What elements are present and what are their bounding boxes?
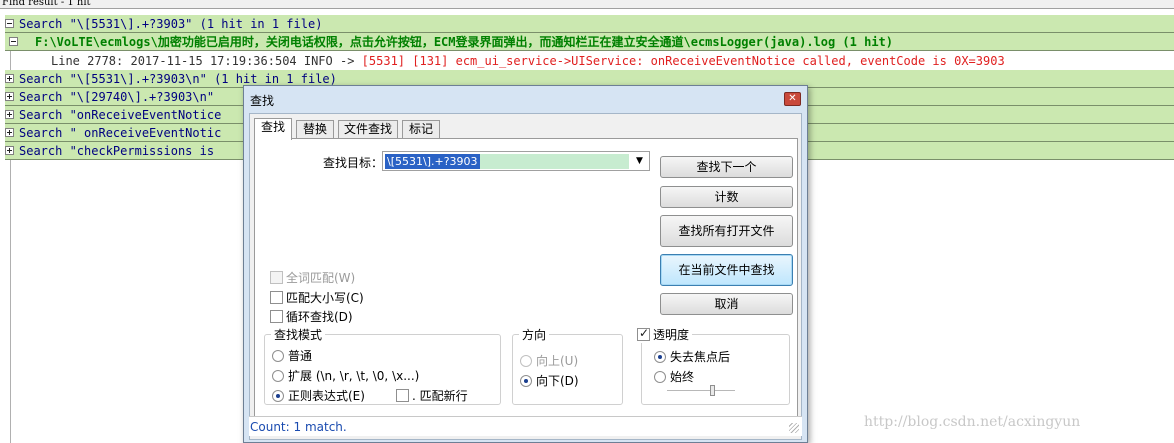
collapse-icon[interactable]	[9, 37, 18, 46]
match-case-label: 匹配大小写(C)	[286, 291, 364, 305]
count-button[interactable]: 计数	[660, 186, 793, 208]
find-all-open-files-button[interactable]: 查找所有打开文件	[660, 215, 793, 247]
transparency-always-radio[interactable]: 始终	[654, 368, 694, 385]
search-row-text: Search "checkPermissions is	[19, 144, 215, 158]
on-lose-focus-label: 失去焦点后	[670, 350, 731, 364]
file-row-text: F:\VoLTE\ecmlogs\加密功能已启用时，关闭电话权限，点击允许按钮，…	[35, 35, 894, 49]
mode-extended-radio[interactable]: 扩展 (\n, \r, \t, \0, \x...)	[272, 367, 419, 384]
checkbox-box-checked: ✓	[637, 326, 650, 341]
mode-regex-label: 正则表达式(E)	[288, 389, 365, 403]
line-match-text: [5531] [131] ecm_ui_service->UIService: …	[361, 54, 1005, 68]
checkbox-box	[270, 291, 283, 304]
direction-up-radio[interactable]: 向上(U)	[520, 352, 578, 369]
transparency-label: 透明度	[653, 328, 690, 342]
direction-down-label: 向下(D)	[536, 374, 579, 388]
tab-find[interactable]: 查找	[254, 118, 292, 140]
find-target-value: \[5531\].+?3903	[385, 154, 480, 169]
close-icon[interactable]: ✕	[784, 92, 801, 106]
search-row-text: Search "\[5531\].+?3903" (1 hit in 1 fil…	[19, 17, 323, 31]
radio-dot	[520, 374, 532, 387]
tab-replace[interactable]: 替换	[296, 120, 334, 139]
search-mode-group: 查找模式 普通 扩展 (\n, \r, \t, \0, \x...) 正则表达式…	[264, 326, 501, 405]
wrap-around-label: 循环查找(D)	[286, 310, 353, 324]
result-line-row[interactable]: Line 2778: 2017-11-15 17:19:36:504 INFO …	[5, 52, 1174, 70]
dot-matches-newline-checkbox[interactable]: . 匹配新行	[396, 387, 468, 404]
mode-regex-radio[interactable]: 正则表达式(E)	[272, 387, 365, 404]
result-file-row[interactable]: F:\VoLTE\ecmlogs\加密功能已启用时，关闭电话权限，点击允许按钮，…	[5, 33, 1174, 51]
radio-dot	[272, 349, 284, 362]
status-text: Count: 1 match.	[250, 420, 347, 434]
transparency-check[interactable]: ✓	[637, 326, 653, 341]
radio-dot	[654, 350, 666, 363]
expand-icon[interactable]	[5, 146, 14, 155]
direction-down-radio[interactable]: 向下(D)	[520, 372, 579, 389]
radio-dot	[654, 370, 666, 383]
find-next-button[interactable]: 查找下一个	[660, 156, 793, 178]
find-dialog[interactable]: 查找 ✕ 查找 替换 文件查找 标记 查找目标： \[5531\].+?3903…	[243, 85, 808, 443]
mode-normal-label: 普通	[288, 349, 313, 363]
find-result-title: Find result - 1 hit	[2, 0, 91, 8]
search-mode-legend: 查找模式	[271, 326, 326, 343]
slider-thumb[interactable]	[710, 385, 716, 396]
mode-extended-label: 扩展 (\n, \r, \t, \0, \x...)	[288, 369, 420, 383]
status-bar: Count: 1 match.	[249, 416, 802, 436]
transparency-checkbox[interactable]: ✓ 透明度	[634, 326, 693, 343]
wrap-around-checkbox[interactable]: 循环查找(D)	[270, 308, 353, 325]
mode-normal-radio[interactable]: 普通	[272, 347, 312, 364]
radio-dot	[272, 369, 284, 382]
chevron-down-icon[interactable]: ▼	[632, 154, 647, 169]
expand-icon[interactable]	[5, 92, 14, 101]
checkbox-box	[270, 271, 283, 284]
radio-dot	[520, 354, 532, 367]
expand-icon[interactable]	[5, 110, 14, 119]
transparency-on-lose-focus-radio[interactable]: 失去焦点后	[654, 348, 730, 365]
whole-word-checkbox[interactable]: 全词匹配(W)	[270, 269, 355, 286]
dot-newline-label: . 匹配新行	[412, 389, 468, 403]
find-target-label: 查找目标：	[323, 156, 384, 170]
transparency-group: ✓ 透明度 失去焦点后 始终	[634, 326, 790, 405]
check-icon: ✓	[639, 326, 650, 340]
resize-grip-icon[interactable]	[789, 423, 799, 433]
find-result-title-bar: Find result - 1 hit	[0, 0, 1174, 9]
expand-icon[interactable]	[5, 74, 14, 83]
line-row-text: Line 2778: 2017-11-15 17:19:36:504 INFO …	[51, 52, 1005, 70]
match-case-checkbox[interactable]: 匹配大小写(C)	[270, 289, 364, 306]
always-label: 始终	[670, 370, 695, 384]
find-target-combo[interactable]: \[5531\].+?3903 ▼	[382, 151, 650, 171]
direction-up-label: 向上(U)	[536, 354, 579, 368]
result-search-row[interactable]: Search "\[5531\].+?3903" (1 hit in 1 fil…	[5, 15, 1174, 33]
search-row-text: Search " onReceiveEventNotic	[19, 126, 222, 140]
tab-mark[interactable]: 标记	[402, 120, 440, 139]
tab-find-in-files[interactable]: 文件查找	[338, 120, 398, 139]
watermark: http://blog.csdn.net/acxingyun	[864, 414, 1081, 430]
find-in-current-file-button[interactable]: 在当前文件中查找	[660, 254, 793, 286]
direction-group: 方向 向上(U) 向下(D)	[512, 326, 623, 405]
line-prefix: Line 2778: 2017-11-15 17:19:36:504 INFO …	[51, 54, 362, 68]
search-row-text: Search "\[29740\].+?3903\n"	[19, 90, 215, 104]
find-tab-panel: 查找目标： \[5531\].+?3903 ▼ 查找下一个 计数 查找所有打开文…	[254, 138, 798, 435]
cancel-button[interactable]: 取消	[660, 293, 793, 315]
dialog-client-area: 查找 替换 文件查找 标记 查找目标： \[5531\].+?3903 ▼ 查找…	[249, 113, 802, 440]
checkbox-box	[396, 389, 409, 402]
whole-word-label: 全词匹配(W)	[286, 271, 356, 285]
dialog-title: 查找	[250, 94, 275, 108]
search-row-text: Search "onReceiveEventNotice	[19, 108, 222, 122]
collapse-icon[interactable]	[5, 19, 14, 28]
expand-icon[interactable]	[5, 128, 14, 137]
transparency-slider[interactable]	[667, 390, 735, 392]
direction-legend: 方向	[519, 326, 550, 343]
checkbox-box	[270, 310, 283, 323]
radio-dot	[272, 389, 284, 402]
